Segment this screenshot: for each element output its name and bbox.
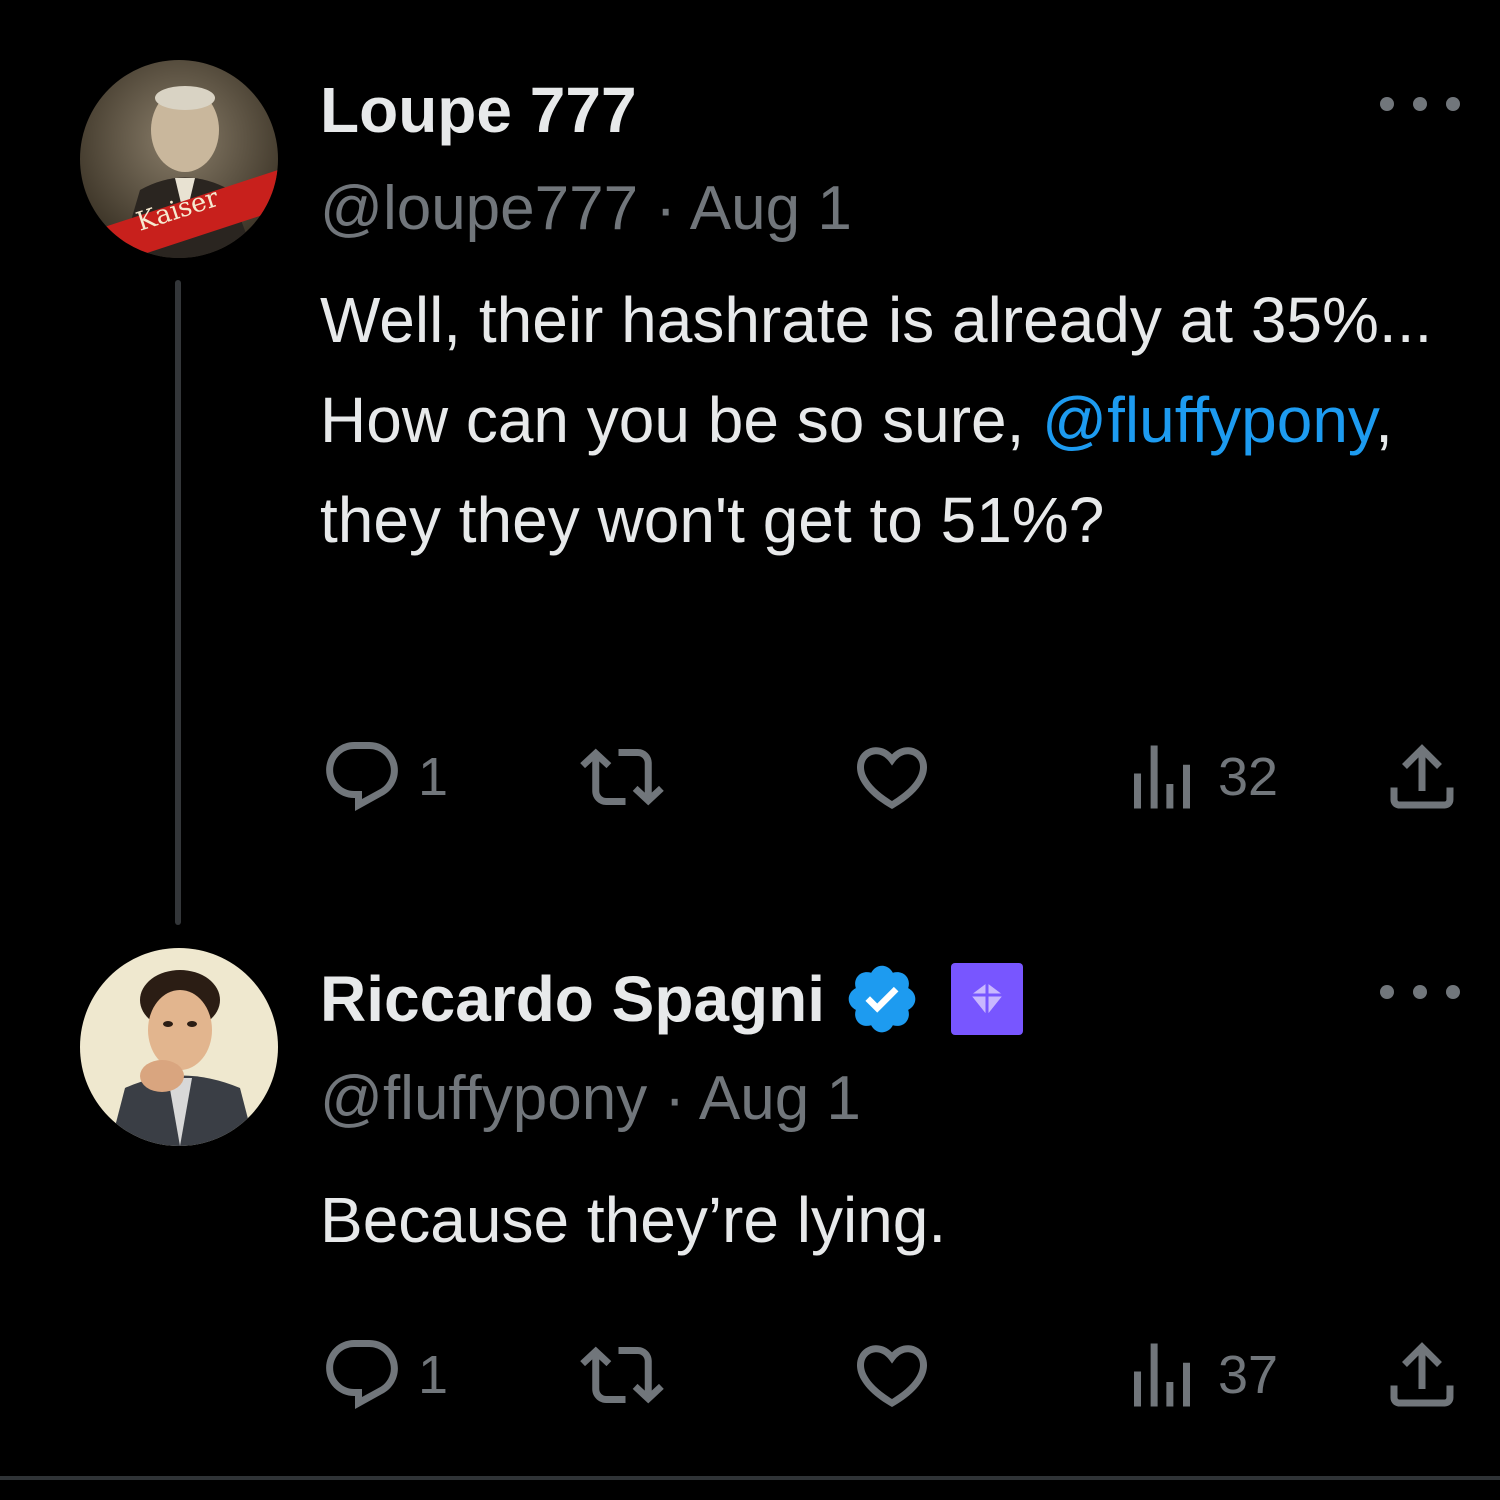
heart-icon	[856, 747, 928, 810]
share-button[interactable]	[1380, 1330, 1464, 1420]
views-button[interactable]: 37	[1120, 1330, 1278, 1420]
more-options-button[interactable]	[1380, 972, 1460, 1012]
tweet-fluffypony[interactable]: Riccardo Spagni @fluffypony · Aug 1 Beca…	[0, 930, 1500, 1475]
views-chart-icon	[1134, 745, 1190, 809]
view-count: 37	[1218, 1345, 1279, 1405]
verified-badge-icon[interactable]	[843, 960, 921, 1038]
reply-icon	[326, 742, 398, 811]
view-count: 32	[1218, 747, 1279, 807]
meta-separator: ·	[638, 174, 690, 243]
like-button[interactable]	[850, 1330, 948, 1420]
tweet-text: Well, their hashrate is already at 35%..…	[320, 270, 1450, 570]
divider	[0, 1476, 1500, 1480]
display-name[interactable]: Loupe 777	[320, 72, 637, 148]
repost-icon	[580, 1346, 664, 1404]
tweet-meta: @loupe777 · Aug 1	[320, 172, 852, 246]
like-button[interactable]	[850, 732, 948, 822]
user-handle[interactable]: @fluffypony	[320, 1064, 647, 1133]
share-button[interactable]	[1380, 732, 1464, 822]
dot-icon	[1380, 985, 1394, 999]
tweet-header: Loupe 777	[320, 72, 637, 148]
tweet-loupe777[interactable]: Kaiser Loupe 777 @loupe777 · Aug 1 Well,…	[0, 0, 1500, 930]
display-name[interactable]: Riccardo Spagni	[320, 961, 825, 1037]
tweet-header: Riccardo Spagni	[320, 960, 1025, 1038]
more-options-button[interactable]	[1380, 84, 1460, 124]
reply-count: 1	[418, 1345, 449, 1405]
views-chart-icon	[1134, 1343, 1190, 1407]
share-icon	[1390, 744, 1454, 809]
dot-icon	[1446, 97, 1460, 111]
share-icon	[1390, 1342, 1454, 1407]
repost-button[interactable]	[580, 1330, 678, 1420]
dot-icon	[1380, 97, 1394, 111]
thread-connector-line	[175, 280, 181, 925]
repost-icon	[580, 748, 664, 806]
user-handle[interactable]: @loupe777	[320, 174, 638, 243]
reply-icon	[326, 1340, 398, 1409]
reply-button[interactable]: 1	[320, 1330, 448, 1420]
tweet-text: Because they’re lying.	[320, 1184, 947, 1256]
tweet-meta: @fluffypony · Aug 1	[320, 1062, 861, 1136]
tweet-actions: 1 37	[320, 1330, 1470, 1420]
dot-icon	[1413, 985, 1427, 999]
reply-button[interactable]: 1	[320, 732, 448, 822]
avatar-vintage-portrait-icon: Kaiser	[80, 60, 278, 258]
reply-count: 1	[418, 747, 449, 807]
avatar[interactable]: Kaiser	[80, 60, 278, 258]
dot-icon	[1413, 97, 1427, 111]
repost-button[interactable]	[580, 732, 678, 822]
avatar[interactable]	[80, 948, 278, 1146]
tweet-actions: 1 32	[320, 732, 1470, 822]
heart-icon	[856, 1345, 928, 1408]
meta-separator: ·	[647, 1064, 699, 1133]
tweet-date[interactable]: Aug 1	[699, 1064, 861, 1133]
avatar-illustrated-portrait-icon	[80, 948, 278, 1146]
conversation-thread: Kaiser Loupe 777 @loupe777 · Aug 1 Well,…	[0, 0, 1500, 1500]
tweet-date[interactable]: Aug 1	[690, 174, 852, 243]
views-button[interactable]: 32	[1120, 732, 1278, 822]
affiliate-badge-icon[interactable]	[949, 961, 1025, 1037]
dot-icon	[1446, 985, 1460, 999]
mention-link[interactable]: @fluffypony	[1042, 384, 1375, 456]
